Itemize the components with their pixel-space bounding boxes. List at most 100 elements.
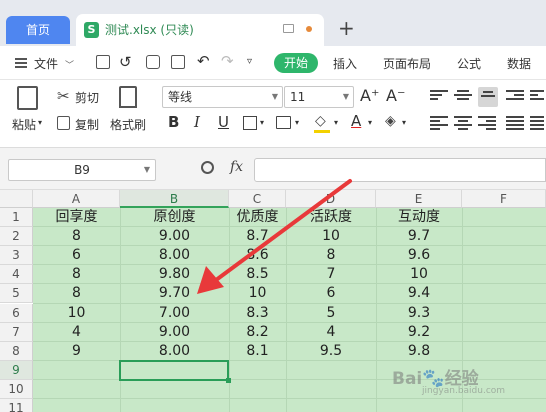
indent-increase-icon[interactable] — [530, 90, 544, 104]
data-cell[interactable]: 8.2 — [229, 323, 286, 342]
align-left-icon[interactable] — [430, 116, 448, 130]
header-cell[interactable]: 原创度 — [120, 208, 229, 227]
new-tab-button[interactable]: + — [338, 16, 355, 40]
align-bottom-icon[interactable] — [478, 87, 498, 107]
tab-formula[interactable]: 公式 — [457, 55, 481, 72]
data-cell[interactable]: 6 — [286, 284, 376, 303]
font-grow-button[interactable]: A⁺ — [360, 86, 379, 105]
quick-access-dropdown-icon[interactable]: ▿ — [247, 56, 252, 67]
active-cell[interactable] — [119, 359, 229, 381]
file-menu[interactable]: 文件 — [34, 55, 58, 72]
undo-icon[interactable]: ↶ — [197, 52, 210, 70]
select-all-corner[interactable] — [0, 190, 33, 208]
justify-icon[interactable] — [506, 116, 524, 130]
column-header-d[interactable]: D — [286, 190, 376, 208]
paste-dropdown-icon[interactable]: ▾ — [38, 118, 42, 127]
tab-start[interactable]: 开始 — [274, 53, 318, 73]
row-header-7[interactable]: 7 — [0, 322, 33, 342]
tab-page-layout[interactable]: 页面布局 — [383, 55, 431, 72]
align-center-icon[interactable] — [454, 116, 472, 130]
eraser-icon[interactable]: ◈ — [385, 113, 396, 129]
monitor-icon[interactable] — [283, 24, 294, 33]
tab-home[interactable]: 首页 — [6, 16, 70, 44]
data-cell[interactable]: 9.4 — [376, 284, 462, 303]
column-header-c[interactable]: C — [229, 190, 286, 208]
column-header-f[interactable]: F — [462, 190, 546, 208]
data-cell[interactable]: 8.3 — [229, 304, 286, 323]
italic-button[interactable]: I — [194, 113, 200, 131]
data-cell[interactable]: 8 — [33, 284, 120, 303]
tab-data[interactable]: 数据 — [507, 55, 531, 72]
column-header-b[interactable]: B — [120, 190, 229, 208]
data-cell[interactable]: 8 — [33, 265, 120, 284]
data-cell[interactable]: 9.00 — [120, 227, 229, 246]
border-dropdown-icon[interactable]: ▾ — [260, 118, 264, 127]
data-cell[interactable]: 10 — [376, 265, 462, 284]
font-color-dropdown-icon[interactable]: ▾ — [368, 118, 372, 127]
data-cell[interactable]: 9.70 — [120, 284, 229, 303]
header-cell[interactable]: 活跃度 — [286, 208, 376, 227]
indent-decrease-icon[interactable] — [506, 90, 524, 104]
data-cell[interactable]: 9.80 — [120, 265, 229, 284]
data-cell[interactable]: 8.6 — [229, 246, 286, 265]
fill-pattern-icon[interactable] — [276, 116, 291, 129]
column-header-a[interactable]: A — [33, 190, 120, 208]
font-color-button[interactable]: A — [351, 112, 361, 130]
tab-file[interactable]: S 测试.xlsx (只读) — [76, 14, 324, 46]
zoom-icon[interactable] — [201, 161, 214, 174]
bold-button[interactable]: B — [168, 113, 179, 131]
export-icon[interactable]: ↺ — [119, 53, 132, 71]
fill-handle[interactable] — [226, 377, 231, 383]
fill-color-icon[interactable]: ◇ — [315, 113, 326, 129]
row-header-8[interactable]: 8 — [0, 341, 33, 361]
underline-button[interactable]: U — [218, 113, 229, 131]
data-cell[interactable]: 4 — [33, 323, 120, 342]
data-cell[interactable]: 5 — [286, 304, 376, 323]
data-cell[interactable]: 10 — [33, 304, 120, 323]
data-cell[interactable]: 10 — [286, 227, 376, 246]
data-cell[interactable]: 6 — [33, 246, 120, 265]
align-middle-icon[interactable] — [454, 90, 472, 104]
fill-pattern-dropdown-icon[interactable]: ▾ — [295, 118, 299, 127]
data-cell[interactable]: 4 — [286, 323, 376, 342]
formula-input[interactable] — [254, 158, 546, 182]
print-icon[interactable] — [146, 55, 160, 69]
row-header-4[interactable]: 4 — [0, 265, 33, 285]
data-cell[interactable]: 9.00 — [120, 323, 229, 342]
copy-icon[interactable] — [57, 116, 70, 130]
border-icon[interactable] — [243, 116, 257, 130]
fill-color-dropdown-icon[interactable]: ▾ — [334, 118, 338, 127]
row-header-11[interactable]: 11 — [0, 399, 33, 412]
format-painter-button[interactable]: 格式刷 — [110, 116, 146, 133]
data-cell[interactable]: 9.7 — [376, 227, 462, 246]
column-header-e[interactable]: E — [376, 190, 462, 208]
distribute-icon[interactable] — [530, 116, 544, 130]
data-cell[interactable]: 9.6 — [376, 246, 462, 265]
data-cell[interactable]: 8.5 — [229, 265, 286, 284]
copy-button[interactable]: 复制 — [75, 116, 99, 133]
font-name-select[interactable]: 等线 ▼ — [162, 86, 283, 108]
redo-icon[interactable]: ↷ — [221, 52, 234, 70]
data-cell[interactable]: 8.7 — [229, 227, 286, 246]
data-cell[interactable]: 8.1 — [229, 342, 286, 361]
align-top-icon[interactable] — [430, 90, 448, 104]
row-header-9[interactable]: 9 — [0, 360, 33, 380]
row-header-3[interactable]: 3 — [0, 246, 33, 266]
font-shrink-button[interactable]: A⁻ — [386, 86, 405, 105]
scissors-icon[interactable]: ✂ — [57, 88, 70, 104]
print-preview-icon[interactable] — [171, 55, 185, 69]
data-cell[interactable]: 9.3 — [376, 304, 462, 323]
font-size-select[interactable]: 11 ▼ — [284, 86, 354, 108]
hamburger-menu-icon[interactable] — [15, 58, 27, 68]
row-header-10[interactable]: 10 — [0, 379, 33, 399]
fx-icon[interactable]: fx — [230, 159, 243, 175]
data-cell[interactable]: 7 — [286, 265, 376, 284]
data-cell[interactable]: 7.00 — [120, 304, 229, 323]
format-painter-icon[interactable] — [119, 86, 137, 108]
name-box[interactable]: B9 ▼ — [8, 159, 156, 181]
cut-button[interactable]: 剪切 — [75, 89, 99, 106]
align-right-icon[interactable] — [478, 116, 496, 130]
chevron-down-icon[interactable]: ﹀ — [65, 58, 74, 71]
data-cell[interactable]: 9.5 — [286, 342, 376, 361]
data-cell[interactable]: 8 — [33, 227, 120, 246]
